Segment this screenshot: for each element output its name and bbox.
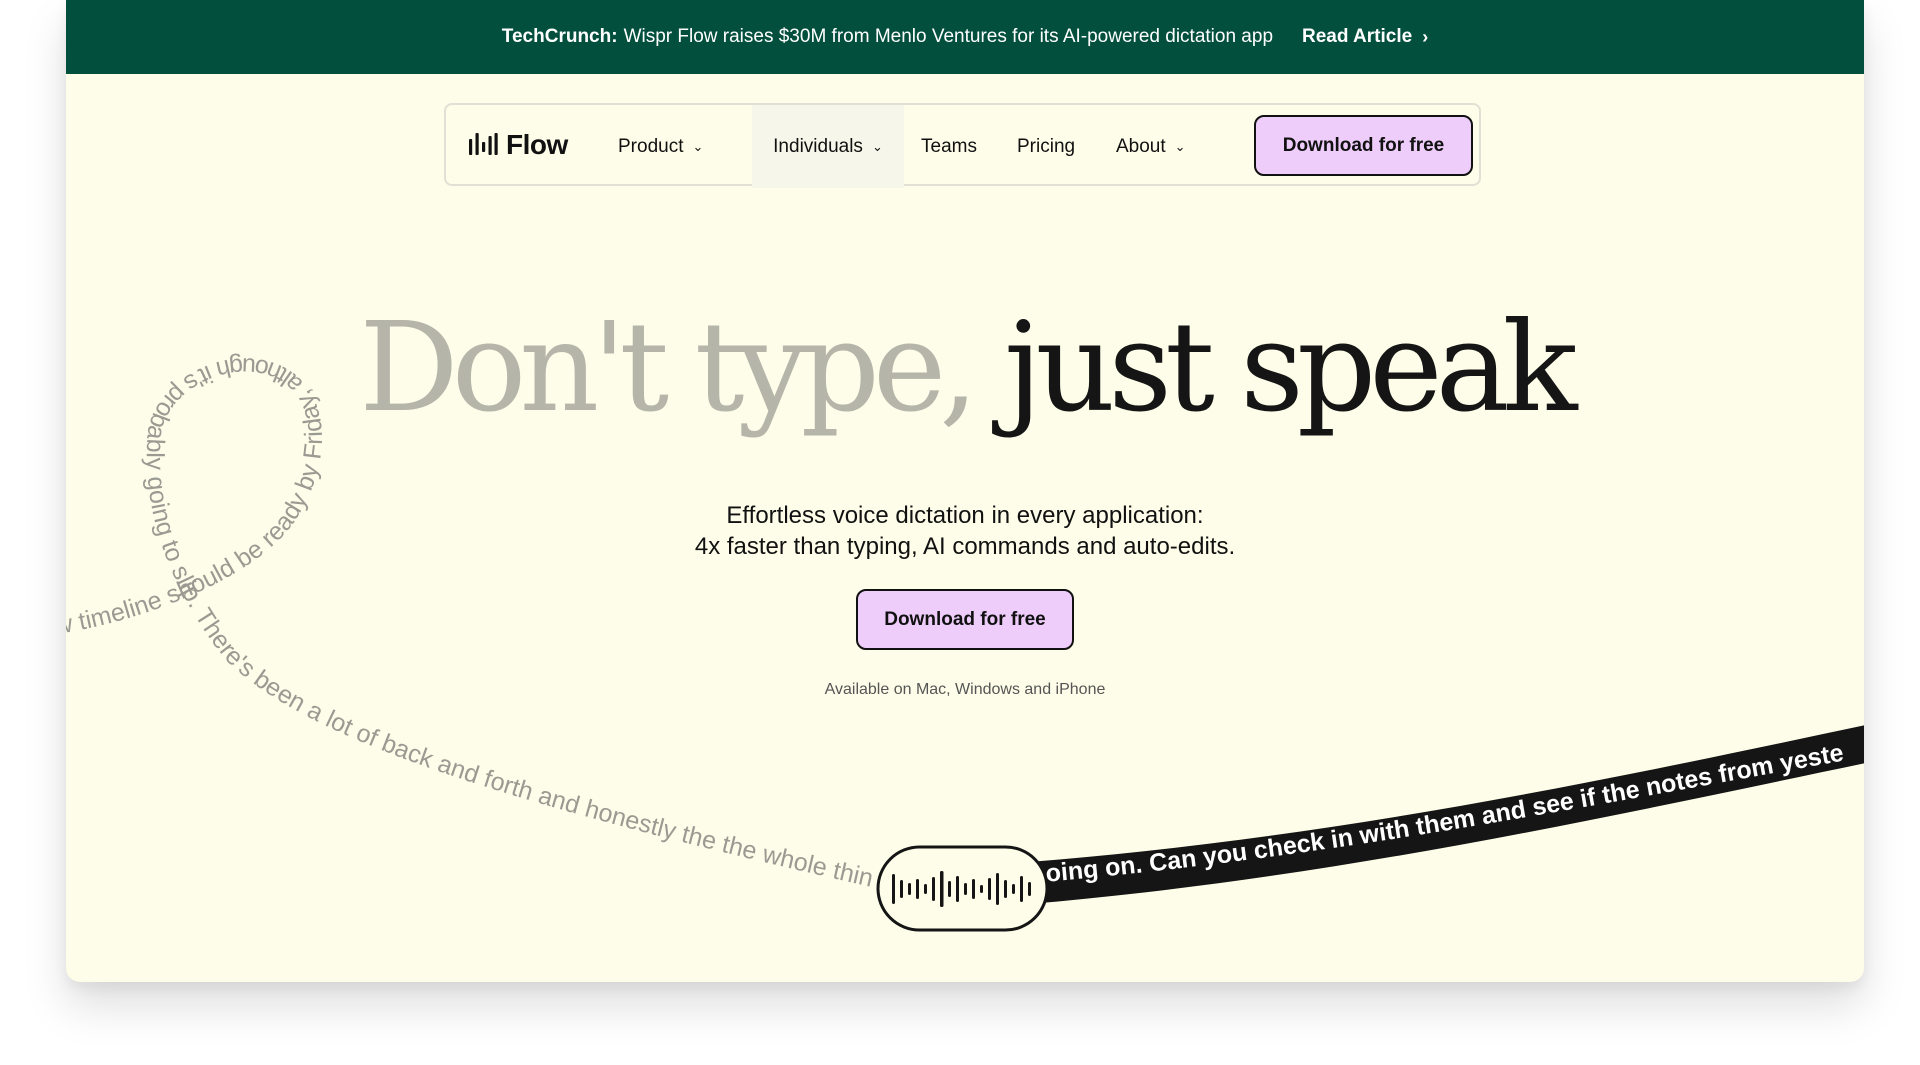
nav-teams-label: Teams	[921, 135, 977, 157]
nav-about[interactable]: About ⌄	[1116, 105, 1186, 188]
nav-individuals-label: Individuals	[773, 135, 863, 157]
nav-teams[interactable]: Teams	[921, 105, 977, 188]
banner-headline: Wispr Flow raises $30M from Menlo Ventur…	[623, 26, 1274, 47]
hero-title: Don't type, just speak	[66, 300, 1864, 436]
logo-text: Flow	[506, 129, 568, 160]
hero-subtitle-line-1: Effortless voice dictation in every appl…	[726, 502, 1204, 529]
voice-waveform-icon	[876, 845, 1049, 932]
flow-logo[interactable]: Flow	[468, 129, 568, 161]
main-navigation: Flow Product ⌄ Individuals ⌄ Teams Prici…	[444, 103, 1481, 188]
announcement-banner: TechCrunch: Wispr Flow raises $30M from …	[66, 0, 1864, 74]
transcription-ribbon	[1029, 725, 1864, 904]
chevron-down-icon: ⌄	[692, 138, 704, 154]
nav-product[interactable]: Product ⌄	[618, 105, 703, 188]
nav-about-label: About	[1116, 135, 1166, 157]
hero-download-button[interactable]: Download for free	[856, 589, 1074, 650]
transcribed-text-path: going on. Can you check in with them and…	[1029, 739, 1845, 889]
nav-individuals[interactable]: Individuals ⌄	[752, 105, 904, 188]
browser-window: TechCrunch: Wispr Flow raises $30M from …	[66, 0, 1864, 982]
nav-download-button[interactable]: Download for free	[1254, 115, 1473, 176]
chevron-down-icon: ⌄	[1174, 138, 1186, 154]
read-article-link[interactable]: Read Article ›	[1302, 26, 1428, 48]
chevron-right-icon: ›	[1422, 26, 1429, 47]
hero-subtitle: Effortless voice dictation in every appl…	[66, 500, 1864, 562]
nav-pricing-label: Pricing	[1017, 135, 1076, 157]
availability-note: Available on Mac, Windows and iPhone	[824, 681, 1106, 698]
hero-subtitle-line-2: 4x faster than typing, AI commands and a…	[694, 533, 1236, 560]
chevron-down-icon: ⌄	[871, 138, 883, 154]
nav-pricing[interactable]: Pricing	[1017, 105, 1075, 188]
waveform-bars-icon	[469, 133, 498, 155]
read-article-label: Read Article	[1302, 26, 1413, 47]
nav-product-label: Product	[618, 135, 684, 157]
transcribed-text: going on. Can you check in with them and…	[1029, 739, 1845, 889]
hero-title-dark: just speak	[1004, 296, 1578, 440]
banner-source: TechCrunch:	[501, 26, 618, 47]
hero-title-light: Don't type,	[359, 296, 978, 440]
